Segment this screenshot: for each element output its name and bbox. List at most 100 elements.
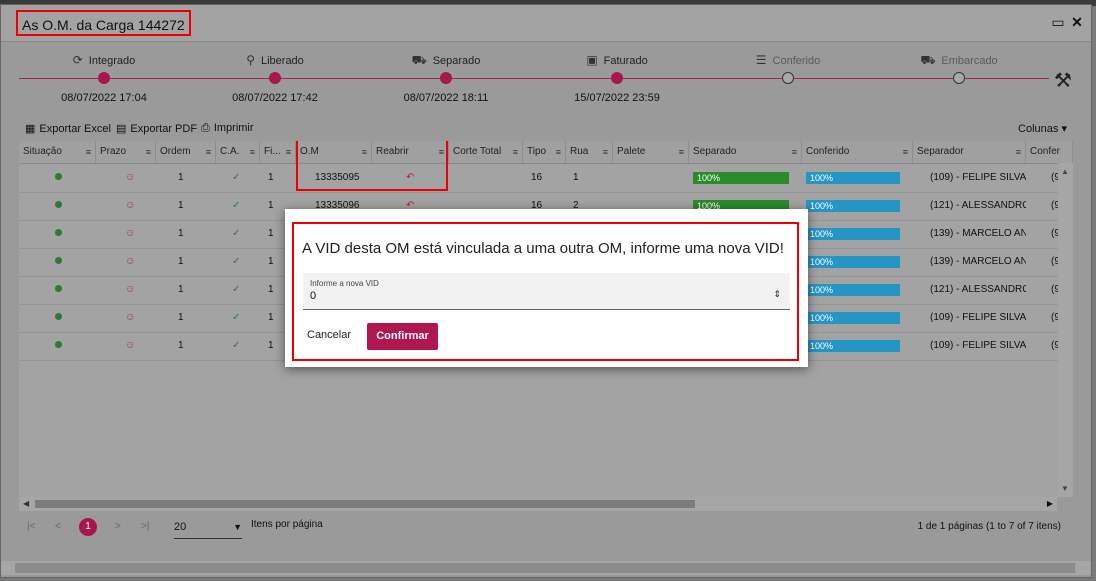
ordem-cell: 1 <box>178 228 184 239</box>
fi-cell: 1 <box>268 172 274 183</box>
status-cell <box>19 220 96 248</box>
separado-progress: 100% <box>693 172 789 184</box>
scroll-up-icon[interactable]: ▲ <box>1061 167 1069 176</box>
status-ok-icon <box>55 257 62 264</box>
column-header-label: Confer <box>1030 146 1061 157</box>
column-header[interactable]: Corte Total ≡ <box>449 141 523 163</box>
grid-header: Situação ≡ Prazo ≡ Ordem ≡ C.A. ≡ Fi... ≡ O.M ≡ Reab… <box>19 141 1073 164</box>
cancel-button[interactable]: Cancelar <box>307 329 351 341</box>
column-header[interactable]: C.A. ≡ <box>216 141 260 163</box>
scroll-down-icon[interactable]: ▼ <box>1061 484 1069 493</box>
last-page-icon[interactable]: >| <box>141 521 149 532</box>
scroll-right-icon[interactable]: ▶ <box>1047 499 1053 508</box>
next-page-icon[interactable]: > <box>115 521 121 532</box>
ca-cell: ✓ <box>216 332 260 360</box>
tools-icon[interactable]: ⚒ <box>1054 68 1072 93</box>
scroll-left-icon[interactable]: ◀ <box>23 499 29 508</box>
current-page-button[interactable]: 1 <box>79 518 97 536</box>
export-pdf-button[interactable]: ▤ Exportar PDF <box>116 122 197 135</box>
horizontal-scrollbar[interactable]: ◀ ▶ <box>19 497 1057 511</box>
column-header[interactable]: Conferido ≡ <box>802 141 913 163</box>
progress-steps: ⟳ Integrado 08/07/2022 17:04 ⚲ Liberado 08/07… <box>1 45 1091 111</box>
filter-icon[interactable]: ≡ <box>513 141 518 163</box>
ordem-cell: 1 <box>178 284 184 295</box>
status-cell <box>19 164 96 192</box>
window-scroll-thumb[interactable] <box>15 563 1075 573</box>
spinner-icon[interactable]: ⇕ <box>773 289 781 300</box>
conferido-progress: 100% <box>806 340 900 352</box>
first-page-icon[interactable]: |< <box>27 521 35 532</box>
filter-icon[interactable]: ≡ <box>603 141 608 163</box>
status-cell <box>19 248 96 276</box>
separador-cell: (109) - FELIPE SILVA <box>930 172 1026 183</box>
status-ok-icon <box>55 229 62 236</box>
status-ok-icon <box>55 313 62 320</box>
filter-icon[interactable]: ≡ <box>86 141 91 163</box>
filter-icon[interactable]: ≡ <box>679 141 684 163</box>
deadline-icon: ☺ <box>125 256 136 267</box>
conferido-progress: 100% <box>806 256 900 268</box>
dropdown-arrow-icon: ▼ <box>233 522 242 532</box>
column-header-label: Tipo <box>527 146 547 157</box>
column-header[interactable]: Tipo ≡ <box>523 141 566 163</box>
filter-icon[interactable]: ≡ <box>903 141 908 163</box>
confirm-button[interactable]: Confirmar <box>367 323 438 350</box>
page-info: 1 de 1 páginas (1 to 7 of 7 itens) <box>917 521 1061 532</box>
separador-cell: (109) - FELIPE SILVA <box>930 340 1026 351</box>
column-header[interactable]: Rua ≡ <box>566 141 613 163</box>
filter-icon[interactable]: ≡ <box>250 141 255 163</box>
columns-button[interactable]: Colunas ▾ <box>1018 122 1067 135</box>
deadline-cell: ☺ <box>96 192 156 220</box>
step-label: Embarcado <box>941 55 998 67</box>
column-header[interactable]: Separado ≡ <box>689 141 802 163</box>
column-header[interactable]: Situação ≡ <box>19 141 96 163</box>
filter-icon[interactable]: ≡ <box>206 141 211 163</box>
window-horizontal-scrollbar[interactable] <box>1 561 1091 575</box>
new-vid-value[interactable]: 0 <box>310 290 316 302</box>
ca-cell: ✓ <box>216 276 260 304</box>
print-button[interactable]: ⎙ Imprimir <box>201 122 254 135</box>
step-dot <box>953 72 965 84</box>
tipo-cell: 16 <box>531 172 543 183</box>
column-header[interactable]: Fi... ≡ <box>260 141 296 163</box>
column-header[interactable]: Ordem ≡ <box>156 141 216 163</box>
column-header[interactable]: Confer <box>1026 141 1073 163</box>
conferido-progress: 100% <box>806 312 900 324</box>
step-label: Faturado <box>603 55 648 67</box>
user-check-icon: ✓ <box>232 228 241 239</box>
export-pdf-label: Exportar PDF <box>130 123 198 135</box>
table-row[interactable]: ☺ 1 ✓ 1 13335095 ↶ 16 1 100% 100% (109) - FELIPE S… <box>19 164 1073 193</box>
vertical-scrollbar[interactable]: ▲ ▼ <box>1058 163 1073 497</box>
filter-icon[interactable]: ≡ <box>1016 141 1021 163</box>
step-label: Integrado <box>88 55 136 67</box>
status-ok-icon <box>55 201 62 208</box>
close-icon[interactable]: ✕ <box>1069 14 1085 30</box>
ca-cell: ✓ <box>216 164 260 192</box>
excel-icon: ▦ <box>25 123 36 135</box>
maximize-icon[interactable]: ▭ <box>1050 14 1066 30</box>
step-date: 15/07/2022 23:59 <box>574 92 660 104</box>
per-page-value: 20 <box>174 521 187 533</box>
column-header[interactable]: Prazo ≡ <box>96 141 156 163</box>
column-header-label: Separador <box>917 146 964 157</box>
filter-icon[interactable]: ≡ <box>556 141 561 163</box>
deadline-cell: ☺ <box>96 304 156 332</box>
new-vid-input[interactable]: Informe a nova VID 0 ⇕ <box>303 273 790 310</box>
horizontal-scroll-thumb[interactable] <box>35 500 695 508</box>
export-excel-button[interactable]: ▦ Exportar Excel <box>25 122 111 135</box>
forklift-icon: ⛟ <box>411 53 427 67</box>
column-header[interactable]: Separador ≡ <box>913 141 1026 163</box>
ca-cell: ✓ <box>216 220 260 248</box>
filter-icon[interactable]: ≡ <box>146 141 151 163</box>
filter-icon[interactable]: ≡ <box>792 141 797 163</box>
prev-page-icon[interactable]: < <box>55 521 61 532</box>
separador-cell: (109) - FELIPE SILVA <box>930 312 1026 323</box>
column-header[interactable]: Palete ≡ <box>613 141 689 163</box>
progress-line <box>19 78 1049 79</box>
filter-icon[interactable]: ≡ <box>286 141 291 163</box>
status-ok-icon <box>55 341 62 348</box>
per-page-select[interactable]: 20 ▼ <box>174 516 242 539</box>
column-header-label: Situação <box>23 146 62 157</box>
column-header-label: Separado <box>693 146 737 157</box>
status-ok-icon <box>55 285 62 292</box>
